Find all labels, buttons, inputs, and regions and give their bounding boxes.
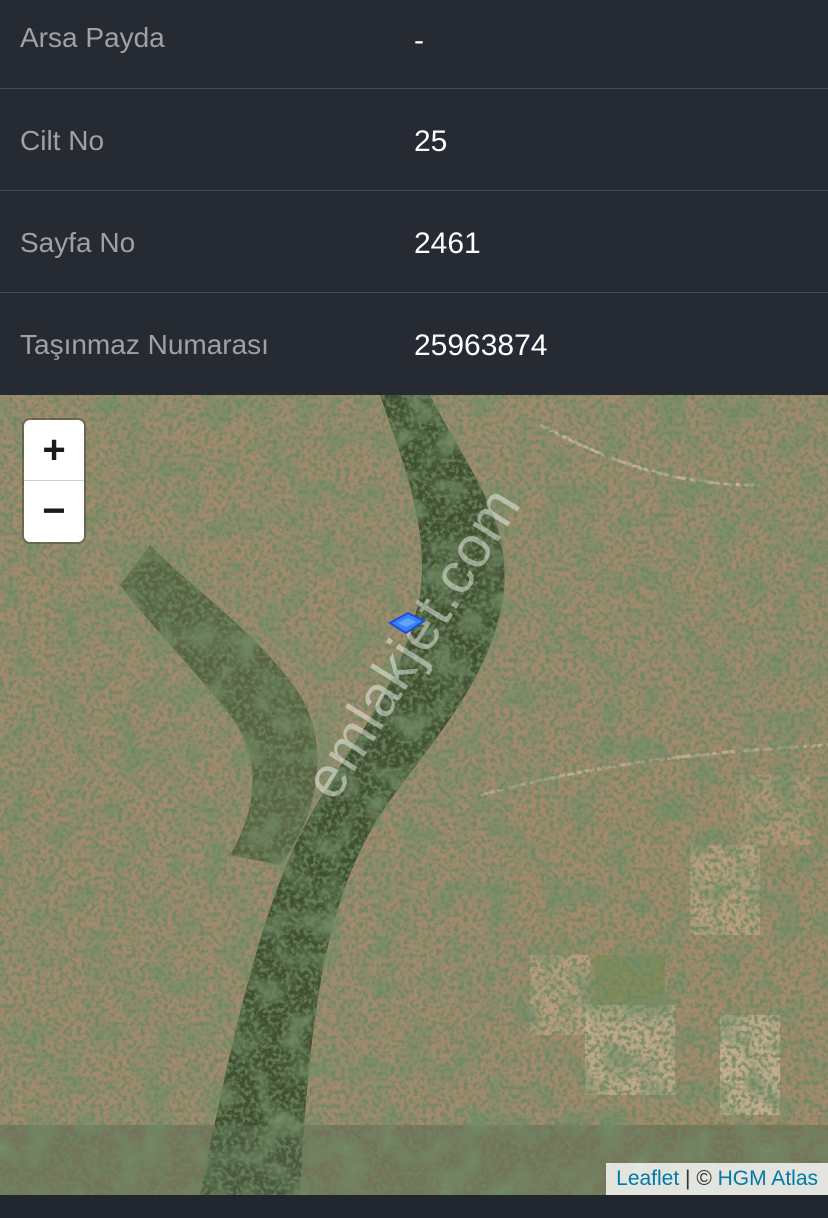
zoom-out-button[interactable]: − (24, 481, 84, 542)
bottom-bar (0, 1195, 828, 1218)
detail-value: 25 (414, 125, 448, 158)
zoom-control: + − (24, 420, 84, 542)
attribution-separator: | © (679, 1167, 718, 1190)
detail-label: Sayfa No (20, 227, 136, 258)
detail-value: - (414, 24, 424, 57)
detail-row-cilt-no: Cilt No 25 (0, 89, 828, 191)
detail-label: Cilt No (20, 125, 105, 156)
parcel-marker[interactable] (388, 611, 428, 635)
property-details-table: Arsa Payda - Cilt No 25 Sayfa No 2461 Ta… (0, 0, 828, 395)
leaflet-link[interactable]: Leaflet (616, 1167, 679, 1190)
watermark-text: emlakjet.com (290, 475, 534, 810)
satellite-map[interactable]: emlakjet.com + − Leaflet | © HGM Atlas (0, 395, 828, 1195)
zoom-in-button[interactable]: + (24, 420, 84, 481)
detail-value: 25963874 (414, 329, 548, 362)
detail-label: Arsa Payda (20, 22, 165, 53)
detail-row-arsa-payda: Arsa Payda - (0, 0, 828, 89)
detail-label: Taşınmaz Numarası (20, 329, 269, 360)
detail-row-tasinmaz-numarasi: Taşınmaz Numarası 25963874 (0, 293, 828, 395)
detail-value: 2461 (414, 227, 481, 260)
watermark-layer: emlakjet.com (0, 395, 828, 1195)
hgm-atlas-link[interactable]: HGM Atlas (718, 1167, 818, 1190)
detail-row-sayfa-no: Sayfa No 2461 (0, 191, 828, 293)
map-attribution: Leaflet | © HGM Atlas (606, 1163, 828, 1195)
